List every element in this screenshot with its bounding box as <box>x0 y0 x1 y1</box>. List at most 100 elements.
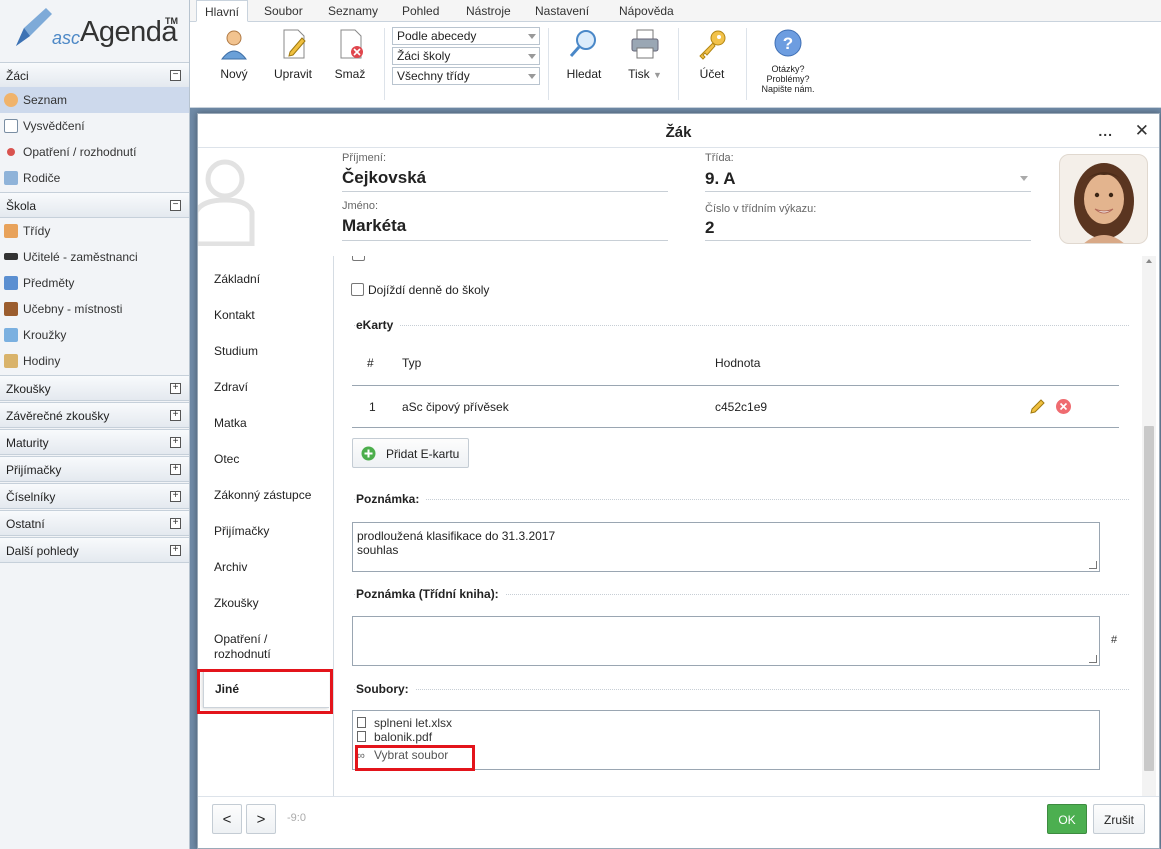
sidebar-section-ostatni[interactable]: Ostatní + <box>0 510 189 536</box>
scrollbar-thumb[interactable] <box>1144 426 1154 771</box>
tab-seznamy[interactable]: Seznamy <box>320 0 386 22</box>
sidebar-item-ucitele[interactable]: Učitelé - zaměstnanci <box>0 244 189 270</box>
field-underline <box>342 191 668 192</box>
print-button[interactable]: Tisk ▼ <box>622 28 668 81</box>
new-button[interactable]: Nový <box>214 28 254 81</box>
nav-item-studium[interactable]: Studium <box>214 344 258 359</box>
sidebar-section-maturity[interactable]: Maturity + <box>0 429 189 455</box>
scroll-up-icon[interactable] <box>1146 259 1152 263</box>
search-button[interactable]: Hledat <box>562 28 606 81</box>
next-button[interactable]: > <box>246 804 276 834</box>
tab-hlavni[interactable]: Hlavní <box>196 0 249 22</box>
students-filter-select[interactable]: Žáci školy <box>392 47 540 65</box>
register-number-value[interactable]: 2 <box>705 218 714 238</box>
sidebar-item-tridy[interactable]: Třídy <box>0 218 189 244</box>
expand-icon[interactable]: + <box>170 518 181 529</box>
sidebar-item-vysvedceni[interactable]: Vysvědčení <box>0 113 189 139</box>
nav-item-zakladni[interactable]: Základní <box>214 272 260 287</box>
nav-item-zkousky[interactable]: Zkoušky <box>214 596 259 611</box>
close-icon[interactable]: ✕ <box>1135 121 1149 141</box>
nav-item-matka[interactable]: Matka <box>214 416 247 431</box>
section-label: Další pohledy <box>6 544 79 558</box>
sidebar-section-zkousky[interactable]: Zkoušky + <box>0 375 189 401</box>
nav-item-jine[interactable]: Jiné <box>203 670 329 708</box>
sidebar-item-seznam[interactable]: Seznam <box>0 87 189 113</box>
expand-icon[interactable]: + <box>170 545 181 556</box>
class-label: Třída: <box>705 152 734 164</box>
choose-file-label: Vybrat soubor <box>374 748 449 762</box>
tab-nastroje[interactable]: Nástroje <box>458 0 519 22</box>
sidebar-item-opatreni[interactable]: Opatření / rozhodnutí <box>0 139 189 165</box>
student-photo[interactable] <box>1059 154 1148 244</box>
sidebar-item-rodice[interactable]: Rodiče <box>0 165 189 191</box>
expand-icon[interactable]: + <box>170 410 181 421</box>
logo-prefix: asc <box>52 28 81 48</box>
more-options-button[interactable]: ... <box>1098 123 1113 139</box>
nav-item-archiv[interactable]: Archiv <box>214 560 247 575</box>
name-label: Jméno: <box>342 200 379 212</box>
choose-file-link[interactable]: ∞ Vybrat soubor <box>357 748 448 763</box>
account-button[interactable]: Účet <box>692 28 732 81</box>
nav-item-kontakt[interactable]: Kontakt <box>214 308 255 323</box>
class-select[interactable]: 9. A <box>705 169 736 189</box>
file-name: balonik.pdf <box>374 730 433 744</box>
edit-button[interactable]: Upravit <box>270 28 316 81</box>
dialog-nav: Základní Kontakt Studium Zdraví Matka Ot… <box>198 256 334 796</box>
nav-item-otec[interactable]: Otec <box>214 452 239 467</box>
expand-icon[interactable]: + <box>170 491 181 502</box>
sidebar-section-dalsi-pohledy[interactable]: Další pohledy + <box>0 537 189 563</box>
sidebar-section-skola[interactable]: Škola − <box>0 192 189 218</box>
chevron-down-icon <box>528 54 536 59</box>
delete-button[interactable]: Smaž <box>332 28 368 81</box>
commute-checkbox[interactable] <box>351 283 364 296</box>
sidebar-item-ucebny[interactable]: Učebny - místnosti <box>0 296 189 322</box>
ok-button[interactable]: OK <box>1047 804 1087 834</box>
sidebar-section-zaci[interactable]: Žáci − <box>0 62 189 88</box>
surname-value[interactable]: Čejkovská <box>342 168 426 188</box>
file-item[interactable]: splneni let.xlsx <box>357 716 452 730</box>
sidebar-section-ciselniky[interactable]: Číselníky + <box>0 483 189 509</box>
nav-item-prijimacky[interactable]: Přijímačky <box>214 524 269 539</box>
resize-grip-icon[interactable] <box>1089 655 1097 663</box>
resize-grip-icon[interactable] <box>1089 561 1097 569</box>
sidebar-section-zaverecne[interactable]: Závěrečné zkoušky + <box>0 402 189 428</box>
tab-soubor[interactable]: Soubor <box>256 0 311 22</box>
class-icon <box>4 224 18 238</box>
tab-nastaveni[interactable]: Nastavení <box>527 0 597 22</box>
tab-napoveda[interactable]: Nápověda <box>611 0 682 22</box>
collapse-icon[interactable]: − <box>170 70 181 81</box>
sort-select[interactable]: Podle abecedy <box>392 27 540 45</box>
nav-item-zakonny-zastupce[interactable]: Zákonný zástupce <box>214 488 311 503</box>
sidebar-item-hodiny[interactable]: Hodiny <box>0 348 189 374</box>
expand-icon[interactable]: + <box>170 383 181 394</box>
collapse-icon[interactable]: − <box>170 200 181 211</box>
file-item[interactable]: balonik.pdf <box>357 730 432 744</box>
chevron-down-icon[interactable] <box>1020 176 1028 181</box>
ribbon-separator <box>746 28 747 100</box>
hash-button[interactable]: # <box>1111 634 1117 646</box>
pdf-file-icon <box>357 731 366 742</box>
nav-item-opatreni[interactable]: Opatření / rozhodnutí <box>214 632 310 662</box>
sidebar-item-krouzky[interactable]: Kroužky <box>0 322 189 348</box>
class-filter-select[interactable]: Všechny třídy <box>392 67 540 85</box>
vertical-scrollbar[interactable] <box>1142 256 1156 796</box>
help-button[interactable]: ? Otázky? Problémy? Napište nám. <box>756 28 820 94</box>
ribbon-separator <box>548 28 549 100</box>
class-note-textarea[interactable] <box>352 616 1100 666</box>
nav-item-zdravi[interactable]: Zdraví <box>214 380 248 395</box>
checkbox-hidden-row[interactable] <box>352 256 365 261</box>
cancel-button[interactable]: Zrušit <box>1093 804 1145 834</box>
remove-icon[interactable] <box>1055 398 1072 415</box>
sidebar-item-predmety[interactable]: Předměty <box>0 270 189 296</box>
sidebar-section-prijimacky[interactable]: Přijímačky + <box>0 456 189 482</box>
name-value[interactable]: Markéta <box>342 216 406 236</box>
note-textarea[interactable]: prodloužená klasifikace do 31.3.2017 sou… <box>352 522 1100 572</box>
prev-button[interactable]: < <box>212 804 242 834</box>
add-ecard-button[interactable]: Přidat E-kartu <box>352 438 469 468</box>
col-header-value: Hodnota <box>715 356 761 370</box>
tab-pohled[interactable]: Pohled <box>394 0 447 22</box>
expand-icon[interactable]: + <box>170 437 181 448</box>
expand-icon[interactable]: + <box>170 464 181 475</box>
people-icon <box>4 354 18 368</box>
pencil-icon[interactable] <box>1028 398 1046 416</box>
